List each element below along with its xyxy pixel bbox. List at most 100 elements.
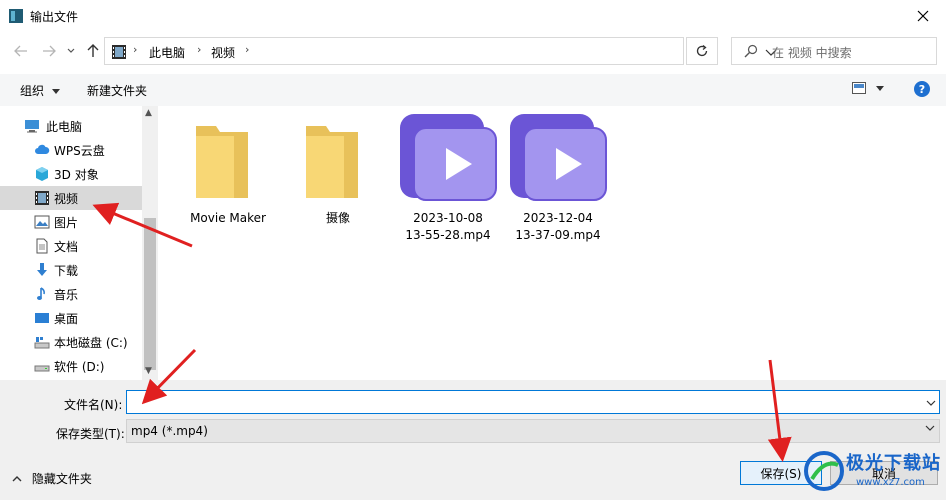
chevron-up-icon (12, 476, 22, 482)
navigation-pane: 此电脑 WPS云盘 3D 对象 视频 图片 文档 下载 音乐 桌面 本地磁盘 (… (0, 106, 158, 380)
video-file-icon (400, 114, 497, 201)
title-bar: 输出文件 (0, 0, 946, 32)
sidebar-item-label: 本地磁盘 (C:) (54, 336, 128, 350)
video-icon (35, 191, 49, 205)
arrow-up-icon (87, 44, 99, 57)
file-item-video[interactable]: 2023-10-08 13-55-28.mp4 (398, 114, 498, 244)
chevron-down-icon (925, 425, 935, 431)
scroll-thumb[interactable] (144, 218, 156, 370)
sidebar-item-wps-cloud[interactable]: WPS云盘 (0, 138, 142, 162)
scroll-up-icon[interactable]: ▲ (145, 108, 152, 118)
watermark-url: www.xz7.com (856, 477, 925, 488)
sidebar-item-downloads[interactable]: 下载 (0, 258, 142, 282)
sidebar-item-label: WPS云盘 (54, 144, 105, 158)
close-button[interactable] (900, 0, 946, 32)
folder-icon (196, 126, 248, 198)
sidebar-item-videos[interactable]: 视频 (0, 186, 142, 210)
filename-label: 文件名(N): (64, 398, 123, 412)
caret-down-icon (876, 86, 884, 91)
up-button[interactable] (82, 40, 104, 62)
sidebar-item-desktop[interactable]: 桌面 (0, 306, 142, 330)
breadcrumb-separator[interactable]: › (133, 43, 137, 56)
refresh-button[interactable] (686, 37, 718, 65)
breadcrumb-this-pc[interactable]: 此电脑 (149, 44, 185, 61)
file-item-video[interactable]: 2023-12-04 13-37-09.mp4 (508, 114, 608, 244)
download-icon (37, 263, 47, 276)
watermark-logo-icon (804, 451, 844, 491)
search-icon (744, 44, 758, 58)
file-name: 2023-12-04 13-37-09.mp4 (498, 210, 618, 244)
hide-folders-label: 隐藏文件夹 (31, 472, 92, 486)
filetype-value: mp4 (*.mp4) (131, 424, 208, 438)
video-folder-icon (112, 45, 126, 59)
file-item-folder[interactable]: 摄像 (288, 114, 388, 244)
breadcrumb-videos[interactable]: 视频 (211, 44, 235, 61)
sidebar-item-drive-d[interactable]: 软件 (D:) (0, 354, 142, 378)
recent-locations-button[interactable] (60, 40, 82, 62)
sidebar-item-drive-c[interactable]: 本地磁盘 (C:) (0, 330, 142, 354)
music-icon (37, 287, 45, 300)
sidebar-item-pictures[interactable]: 图片 (0, 210, 142, 234)
new-folder-button[interactable]: 新建文件夹 (87, 82, 147, 99)
file-name-line1: 2023-10-08 (413, 211, 483, 225)
file-name-line1: 2023-12-04 (523, 211, 593, 225)
forward-button[interactable] (38, 40, 60, 62)
breadcrumb-separator[interactable]: › (245, 43, 249, 56)
sidebar-scrollbar[interactable]: ▲ ▼ (142, 106, 158, 380)
window-title: 输出文件 (30, 10, 79, 24)
drive-icon (34, 365, 50, 372)
hide-folders-toggle[interactable]: 隐藏文件夹 (12, 470, 92, 487)
desktop-icon (35, 313, 49, 323)
sidebar-item-label: 视频 (54, 192, 79, 206)
cube-icon (36, 167, 48, 181)
sidebar-item-label: 桌面 (54, 312, 79, 326)
sidebar-item-this-pc[interactable]: 此电脑 (0, 114, 142, 138)
computer-icon (25, 120, 39, 133)
sidebar-item-documents[interactable]: 文档 (0, 234, 142, 258)
file-list: Movie Maker 摄像 2023-10-08 13-55-28.mp4 2… (158, 106, 946, 380)
breadcrumb-separator[interactable]: › (197, 43, 201, 56)
view-options-button[interactable] (852, 80, 888, 100)
arrow-right-icon (43, 45, 56, 57)
file-name: 摄像 (325, 211, 350, 225)
filetype-label: 保存类型(T): (56, 427, 125, 441)
close-icon (917, 10, 929, 22)
chevron-down-icon[interactable] (926, 400, 936, 406)
filetype-select[interactable]: mp4 (*.mp4) (126, 419, 940, 443)
video-file-icon (510, 114, 607, 201)
sidebar-item-music[interactable]: 音乐 (0, 282, 142, 306)
sidebar-item-label: 软件 (D:) (54, 360, 105, 374)
sidebar-item-label: 3D 对象 (54, 168, 99, 182)
sidebar-item-label: 音乐 (54, 288, 79, 302)
chevron-down-icon (67, 48, 75, 53)
sidebar-item-label: 图片 (54, 216, 79, 230)
watermark: 极光下载站 www.xz7.com (800, 445, 946, 500)
view-icon (852, 82, 866, 94)
filename-input[interactable] (126, 390, 940, 414)
refresh-icon (696, 44, 708, 57)
file-name: Movie Maker (190, 211, 266, 225)
file-item-folder[interactable]: Movie Maker (178, 114, 278, 244)
caret-down-icon (51, 89, 60, 94)
file-name-line2: 13-37-09.mp4 (515, 228, 601, 242)
search-placeholder: 在 视频 中搜索 (772, 46, 852, 60)
sidebar-item-label: 文档 (54, 240, 79, 254)
command-toolbar: 组织 新建文件夹 (0, 74, 946, 106)
sidebar-item-3d-objects[interactable]: 3D 对象 (0, 162, 142, 186)
cloud-icon (35, 144, 50, 154)
drive-icon (34, 337, 50, 349)
back-button[interactable] (10, 40, 32, 62)
picture-icon (34, 215, 50, 229)
file-name: 2023-10-08 13-55-28.mp4 (388, 210, 508, 244)
file-name-line2: 13-55-28.mp4 (405, 228, 491, 242)
organize-label: 组织 (20, 84, 45, 98)
organize-menu[interactable]: 组织 (20, 82, 60, 99)
app-icon (9, 9, 23, 23)
sidebar-item-label: 下载 (54, 264, 79, 278)
scroll-down-icon[interactable]: ▼ (145, 366, 152, 376)
help-button[interactable]: ? (914, 81, 930, 97)
folder-icon (306, 126, 358, 198)
address-bar[interactable]: › 此电脑 › 视频 › (104, 37, 777, 65)
search-box[interactable]: 在 视频 中搜索 (731, 37, 937, 65)
arrow-left-icon (14, 45, 27, 57)
